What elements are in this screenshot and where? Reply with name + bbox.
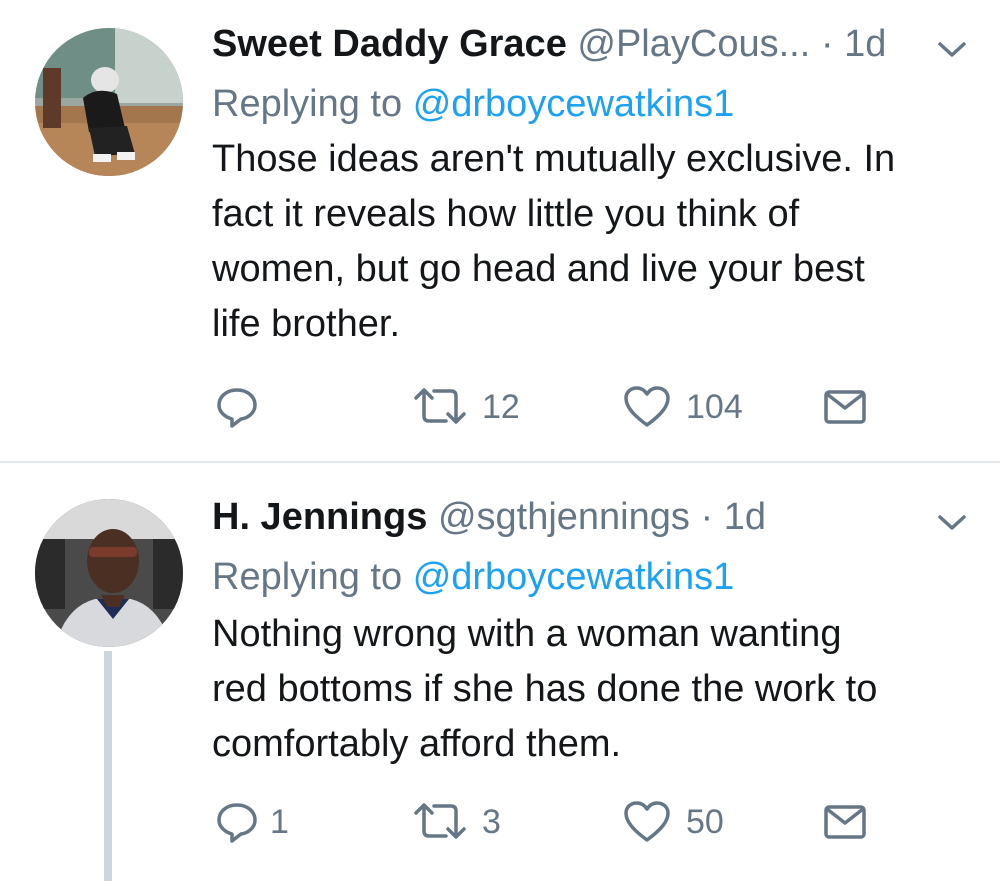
chevron-down-icon[interactable] [932,34,972,64]
reply-icon [214,799,260,845]
like-button[interactable]: 104 [622,382,743,432]
reply-button[interactable]: 1 [214,797,289,847]
tweet[interactable]: Sweet Daddy Grace @PlayCous... · 1d Repl… [0,0,1000,462]
tweet-text-line: Nothing wrong with a woman wanting [212,613,842,655]
tweet-header: H. Jennings @sgthjennings · 1d [212,491,766,543]
timestamp[interactable]: 1d [844,23,886,65]
tweet-text-line: fact it reveals how little you think of [212,193,800,235]
tweet-text-line: comfortably afford them. [212,723,622,765]
replying-to-handle[interactable]: @drboycewatkins1 [413,83,735,125]
replying-to: Replying to @drboycewatkins1 [212,78,734,130]
replying-to-label: Replying to [212,83,403,125]
separator-dot: · [820,23,834,65]
avatar[interactable] [35,28,183,176]
chevron-down-icon[interactable] [932,507,972,537]
retweet-icon [412,799,468,845]
direct-message-button[interactable] [822,382,868,432]
direct-message-icon [822,384,868,430]
direct-message-icon [822,799,868,845]
username[interactable]: @sgthjennings [438,496,690,538]
tweet-actions: 12 104 [0,382,1000,432]
retweet-button[interactable]: 3 [412,797,501,847]
retweet-count: 3 [482,803,501,841]
replying-to: Replying to @drboycewatkins1 [212,551,734,603]
reply-button[interactable] [214,382,274,432]
like-count: 50 [686,803,724,841]
tweet-text: Those ideas aren't mutually exclusive. I… [212,132,972,352]
tweet-text: Nothing wrong with a woman wanting red b… [212,607,972,772]
timestamp[interactable]: 1d [724,496,766,538]
display-name[interactable]: Sweet Daddy Grace [212,23,567,65]
like-count: 104 [686,388,743,426]
replying-to-label: Replying to [212,556,403,598]
tweet-text-line: red bottoms if she has done the work to [212,668,878,710]
reply-count: 1 [270,803,289,841]
direct-message-button[interactable] [822,797,868,847]
separator-dot: · [700,496,714,538]
username[interactable]: @PlayCous... [577,23,810,65]
replying-to-handle[interactable]: @drboycewatkins1 [413,556,735,598]
like-button[interactable]: 50 [622,797,724,847]
tweet-text-line: Those ideas aren't mutually exclusive. I… [212,138,896,180]
tweet[interactable]: H. Jennings @sgthjennings · 1d Replying … [0,463,1000,881]
tweet-actions: 1 3 50 [0,797,1000,847]
avatar[interactable] [35,499,183,647]
retweet-button[interactable]: 12 [412,382,520,432]
retweet-count: 12 [482,388,520,426]
retweet-icon [412,384,468,430]
reply-icon [214,384,260,430]
display-name[interactable]: H. Jennings [212,496,427,538]
tweet-text-line: women, but go head and live your best [212,248,865,290]
tweet-header: Sweet Daddy Grace @PlayCous... · 1d [212,18,886,70]
like-icon [622,384,672,430]
tweet-text-line: life brother. [212,303,400,345]
like-icon [622,799,672,845]
